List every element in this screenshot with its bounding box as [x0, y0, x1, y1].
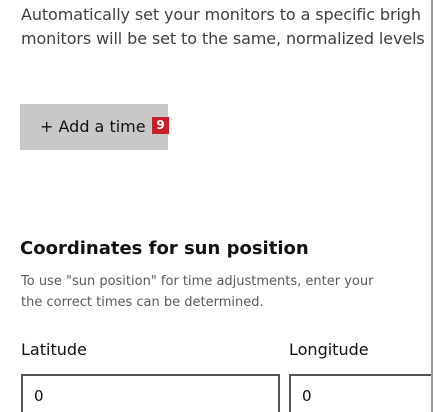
settings-panel: Automatically set your monitors to a spe…	[0, 0, 433, 412]
coordinates-description-line-2: the correct times can be determined.	[21, 295, 264, 310]
coordinates-section-title: Coordinates for sun position	[20, 238, 309, 259]
coordinates-description: To use "sun position" for time adjustmen…	[21, 271, 373, 313]
schedule-description-line-2: monitors will be set to the same, normal…	[21, 29, 425, 48]
add-time-number-badge: 9	[152, 117, 169, 134]
schedule-description-line-1: Automatically set your monitors to a spe…	[21, 5, 421, 24]
add-time-button[interactable]: + Add a time	[20, 104, 168, 150]
longitude-label: Longitude	[289, 340, 369, 359]
latitude-input[interactable]	[21, 374, 280, 412]
add-time-button-label: + Add a time	[40, 117, 146, 136]
latitude-label: Latitude	[21, 340, 87, 359]
longitude-input[interactable]	[289, 374, 431, 412]
coordinates-description-line-1: To use "sun position" for time adjustmen…	[21, 274, 374, 289]
schedule-description: Automatically set your monitors to a spe…	[21, 3, 431, 51]
